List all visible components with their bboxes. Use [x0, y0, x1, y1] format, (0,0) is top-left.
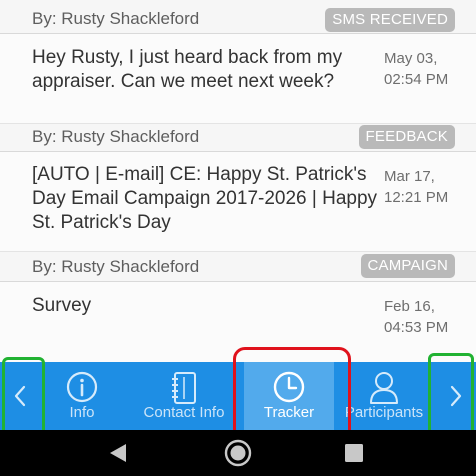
- tab-label: Participants: [344, 404, 424, 421]
- message-date-time: 12:21 PM: [384, 189, 449, 206]
- status-badge: CAMPAIGN: [360, 254, 455, 278]
- message-date: Feb 16, 04:53 PM: [384, 296, 448, 338]
- system-nav-bar: [0, 430, 476, 476]
- tab-contact-info[interactable]: Contact Info: [134, 362, 234, 430]
- clock-icon: [273, 371, 305, 403]
- status-badge: SMS RECEIVED: [325, 8, 455, 32]
- person-icon: [370, 372, 398, 404]
- message-author: By: Rusty Shackleford: [32, 127, 200, 146]
- tracker-feed: By: Rusty Shackleford SMS RECEIVED Hey R…: [0, 0, 476, 362]
- list-item[interactable]: [AUTO | E-mail] CE: Happy St. Patrick's …: [0, 152, 476, 252]
- nav-prev-button[interactable]: [0, 362, 40, 430]
- tab-info[interactable]: Info: [50, 362, 114, 430]
- tab-tracker[interactable]: Tracker: [244, 362, 334, 430]
- message-date-day: Mar 17,: [384, 168, 435, 185]
- message-text: Hey Rusty, I just heard back from my app…: [32, 47, 343, 92]
- message-header: By: Rusty Shackleford FEEDBACK: [0, 124, 476, 152]
- info-icon: [66, 371, 98, 403]
- message-text: [AUTO | E-mail] CE: Happy St. Patrick's …: [32, 164, 378, 233]
- system-recents-button[interactable]: [324, 430, 384, 476]
- message-date: May 03, 02:54 PM: [384, 48, 448, 90]
- status-badge: FEEDBACK: [358, 125, 455, 149]
- tab-label: Info: [69, 404, 95, 421]
- message-header: By: Rusty Shackleford SMS RECEIVED: [0, 6, 476, 34]
- nav-next-button[interactable]: [436, 362, 476, 430]
- tab-participants[interactable]: Participants: [338, 362, 430, 430]
- address-book-icon: [172, 372, 196, 404]
- system-home-button[interactable]: [208, 430, 268, 476]
- message-author: By: Rusty Shackleford: [32, 257, 200, 276]
- tab-label: Contact Info: [143, 404, 225, 421]
- message-date-time: 02:54 PM: [384, 71, 449, 88]
- list-item[interactable]: Survey Feb 16, 04:53 PM: [0, 282, 476, 362]
- bottom-tab-bar: Info Contact Info Tracker Participants: [0, 362, 476, 430]
- tab-label: Tracker: [263, 404, 315, 421]
- back-triangle-icon: [110, 444, 126, 462]
- message-author: By: Rusty Shackleford: [32, 9, 200, 28]
- home-circle-icon: [224, 439, 252, 467]
- chevron-left-icon: [14, 385, 26, 407]
- message-date: Mar 17, 12:21 PM: [384, 166, 448, 208]
- list-item[interactable]: Hey Rusty, I just heard back from my app…: [0, 34, 476, 124]
- chevron-right-icon: [450, 385, 462, 407]
- message-date-day: May 03,: [384, 50, 438, 67]
- message-date-time: 04:53 PM: [384, 319, 449, 336]
- message-text: Survey: [32, 295, 92, 316]
- recents-square-icon: [345, 444, 363, 462]
- message-header: By: Rusty Shackleford CAMPAIGN: [0, 254, 476, 282]
- message-date-day: Feb 16,: [384, 298, 435, 315]
- system-back-button[interactable]: [88, 430, 148, 476]
